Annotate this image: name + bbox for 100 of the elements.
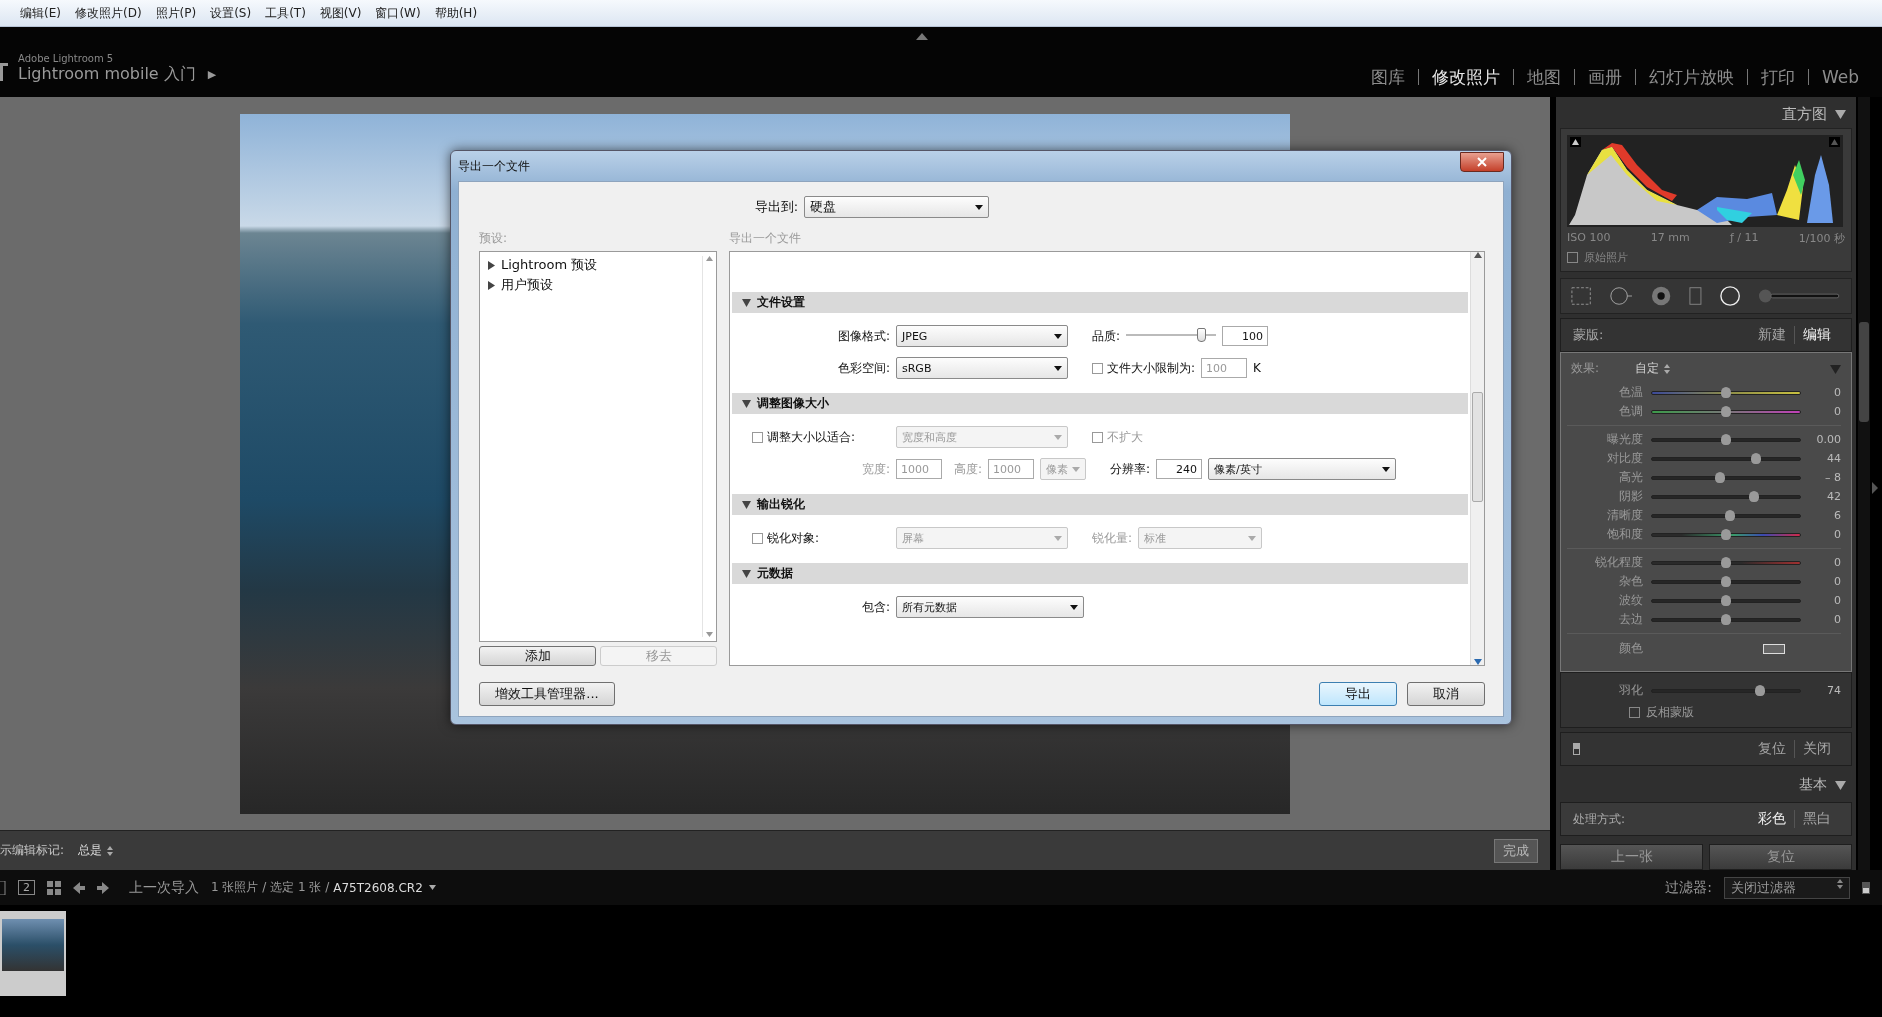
checkbox[interactable]	[752, 431, 763, 443]
treatment-option[interactable]: 彩色	[1749, 810, 1794, 828]
section-header[interactable]: 文件设置	[732, 292, 1468, 313]
radial-filter-icon[interactable]	[1720, 285, 1741, 307]
stepper-arrows-icon[interactable]	[1664, 363, 1671, 374]
toggle-switch-icon[interactable]	[1573, 743, 1580, 755]
slider-thumb[interactable]	[1725, 509, 1736, 521]
section-header[interactable]: 元数据	[732, 563, 1468, 584]
spot-removal-icon[interactable]	[1609, 285, 1634, 307]
slider-thumb[interactable]	[1715, 471, 1726, 483]
slider-track[interactable]	[1651, 437, 1801, 442]
file-name[interactable]: A75T2608.CR2	[333, 880, 423, 895]
close-button[interactable]	[1460, 152, 1504, 172]
collapse-arrow-icon[interactable]	[742, 298, 751, 307]
stepper-arrows-icon[interactable]	[107, 845, 114, 856]
slider-thumb[interactable]	[1721, 433, 1731, 445]
checkbox[interactable]	[752, 532, 763, 544]
dropdown[interactable]: sRGB	[896, 357, 1068, 379]
slider-track[interactable]	[1651, 579, 1801, 584]
treatment-option[interactable]: 黑白	[1794, 810, 1839, 828]
menu-item[interactable]: 帮助(H)	[434, 4, 478, 22]
crop-icon[interactable]	[1571, 286, 1592, 306]
mask-option[interactable]: 编辑	[1794, 326, 1839, 344]
graduated-filter-icon[interactable]	[1689, 286, 1703, 306]
scroll-down-icon[interactable]	[1473, 659, 1482, 665]
scroll-down-icon[interactable]	[706, 632, 713, 637]
dropdown[interactable]: JPEG	[896, 325, 1068, 347]
preset-folder[interactable]: Lightroom 预设	[501, 256, 598, 274]
preset-folder[interactable]: 用户预设	[501, 276, 553, 294]
slider-thumb[interactable]	[1721, 594, 1731, 606]
single-view-icon[interactable]	[0, 880, 6, 895]
caret-icon[interactable]	[428, 885, 436, 890]
slider-track[interactable]	[1651, 617, 1801, 622]
mask-option[interactable]: 新建	[1749, 326, 1794, 344]
effect-select[interactable]: 自定	[1635, 360, 1671, 377]
section-header[interactable]: 输出锐化	[732, 494, 1468, 515]
module-tab[interactable]: 地图	[1512, 69, 1574, 85]
scroll-up-icon[interactable]	[706, 256, 713, 261]
scroll-up-icon[interactable]	[1473, 252, 1482, 258]
module-tab[interactable]: Web	[1807, 69, 1872, 85]
filter-select[interactable]: 关闭过滤器	[1724, 876, 1850, 899]
scrollbar-thumb[interactable]	[1472, 392, 1483, 502]
second-window-button[interactable]: 2	[18, 880, 35, 895]
color-swatch[interactable]	[1763, 643, 1785, 654]
menu-item[interactable]: 修改照片(D)	[74, 4, 142, 22]
slider-track[interactable]	[1651, 494, 1801, 499]
scrollbar[interactable]	[1470, 252, 1484, 665]
menu-item[interactable]: 视图(V)	[319, 4, 362, 22]
cancel-button[interactable]: 取消	[1407, 682, 1485, 706]
slider-track[interactable]	[1651, 409, 1801, 414]
checkbox[interactable]	[1567, 252, 1578, 263]
slider-thumb[interactable]	[1721, 575, 1731, 587]
grid-icon[interactable]	[47, 880, 61, 895]
menu-item[interactable]: 照片(P)	[155, 4, 197, 22]
checkbox[interactable]	[1629, 707, 1640, 718]
module-tab[interactable]: 修改照片	[1417, 69, 1513, 85]
scrollbar[interactable]	[1858, 97, 1870, 870]
menu-item[interactable]: 窗口(W)	[375, 4, 421, 22]
dropdown[interactable]: 像素/英寸	[1208, 458, 1397, 480]
export-to-dropdown[interactable]: 硬盘	[804, 196, 990, 218]
input-field[interactable]: 100	[1222, 326, 1269, 346]
collapse-arrow-icon[interactable]	[1835, 780, 1846, 790]
slider-track[interactable]	[1651, 598, 1801, 603]
forward-arrow-icon[interactable]	[97, 881, 109, 894]
panel-toggle-icon[interactable]	[916, 33, 928, 40]
slider-track[interactable]	[1651, 513, 1801, 518]
brand-arrow[interactable]: ▶	[207, 68, 217, 81]
scrollbar-thumb[interactable]	[1859, 322, 1869, 422]
brush-size-slider-icon[interactable]	[1758, 288, 1841, 304]
menu-item[interactable]: 工具(T)	[265, 4, 306, 22]
source-label[interactable]: 上一次导入	[129, 878, 199, 897]
slider-track[interactable]	[1651, 560, 1801, 565]
menu-item[interactable]: 设置(S)	[210, 4, 252, 22]
slider-thumb[interactable]	[1721, 556, 1731, 568]
export-button[interactable]: 导出	[1319, 682, 1397, 706]
collapse-arrow-icon[interactable]	[742, 500, 751, 509]
stepper-arrows-icon[interactable]	[1837, 878, 1843, 889]
slider-track[interactable]	[1651, 456, 1801, 461]
module-tab[interactable]: 画册	[1573, 69, 1635, 85]
eye-target-icon[interactable]	[1651, 285, 1672, 307]
slider-track[interactable]	[1651, 532, 1801, 537]
slider-track[interactable]	[1651, 390, 1801, 395]
collapse-arrow-icon[interactable]	[742, 399, 751, 408]
module-tab[interactable]: 图库	[1356, 69, 1418, 85]
section-header[interactable]: 调整图像大小	[732, 393, 1468, 414]
slider-track[interactable]	[1651, 688, 1801, 693]
checkbox[interactable]	[1092, 362, 1103, 374]
menu-item[interactable]: 编辑(E)	[20, 4, 61, 22]
filter-lock-icon[interactable]	[1862, 881, 1870, 894]
module-tab[interactable]: 打印	[1746, 69, 1808, 85]
add-button[interactable]: 添加	[479, 646, 596, 666]
slider-thumb[interactable]	[1750, 452, 1761, 464]
input-field[interactable]: 240	[1156, 459, 1203, 479]
toolbar-select[interactable]: 总是	[78, 842, 114, 859]
slider-thumb[interactable]	[1749, 490, 1760, 502]
collapse-arrow-icon[interactable]	[742, 569, 751, 578]
slider-track[interactable]	[1651, 475, 1801, 480]
collapse-arrow-icon[interactable]	[1835, 110, 1846, 119]
slider-thumb[interactable]	[1721, 386, 1731, 398]
highlight-clipping-icon[interactable]	[1829, 137, 1840, 147]
